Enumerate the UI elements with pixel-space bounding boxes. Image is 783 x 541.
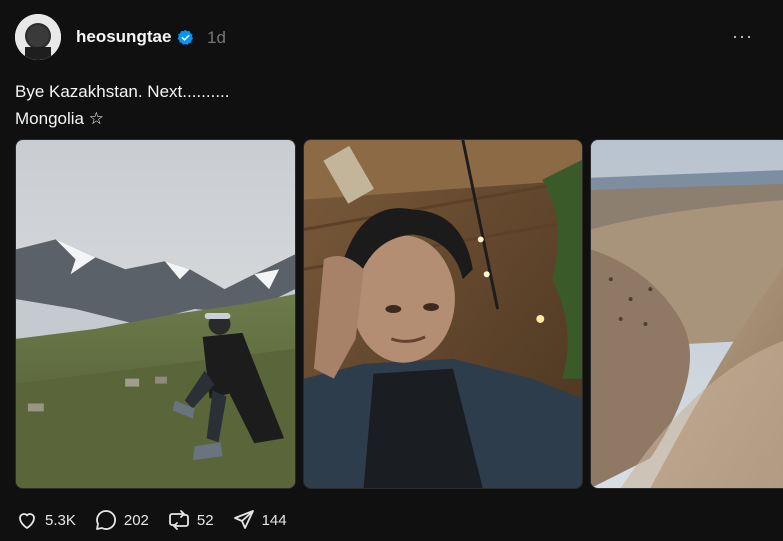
share-count: 144 xyxy=(261,511,287,529)
selfie-photo[interactable] xyxy=(303,139,583,489)
post-actions: 5.3K 202 52 144 xyxy=(15,507,305,533)
share-button[interactable]: 144 xyxy=(232,508,287,532)
reply-button[interactable]: 202 xyxy=(94,508,149,532)
heart-icon xyxy=(19,513,35,529)
like-count: 5.3K xyxy=(45,511,76,529)
comment-icon xyxy=(95,510,116,530)
verified-badge-icon xyxy=(177,29,194,45)
reply-count: 202 xyxy=(123,511,149,529)
repost-button[interactable]: 52 xyxy=(167,508,214,532)
media-carousel[interactable] xyxy=(15,139,783,489)
post-caption: Bye Kazakhstan. Next.......... Mongolia … xyxy=(15,82,230,128)
username[interactable]: heosungtae xyxy=(76,27,171,47)
more-options-icon[interactable]: ··· xyxy=(732,26,753,47)
like-button[interactable]: 5.3K xyxy=(15,508,76,532)
mountain-photo[interactable] xyxy=(15,139,296,489)
repost-icon xyxy=(168,510,189,530)
desert-photo[interactable] xyxy=(590,139,783,489)
post-time: 1d xyxy=(207,28,226,47)
repost-count: 52 xyxy=(196,511,214,529)
send-icon xyxy=(233,510,254,529)
avatar[interactable] xyxy=(15,14,61,60)
post-header: heosungtae 1d ··· xyxy=(15,14,763,60)
